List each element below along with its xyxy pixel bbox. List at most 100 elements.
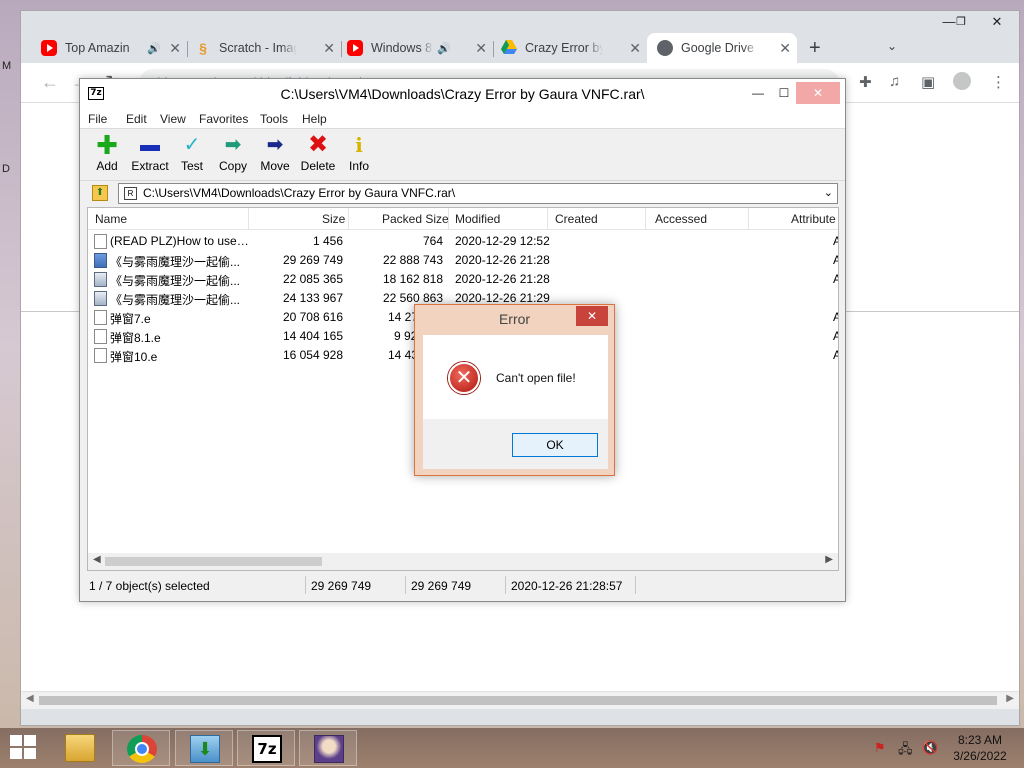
clock-date: 3/26/2022 — [953, 749, 1007, 763]
status-selected: 1 / 7 object(s) selected — [89, 579, 210, 593]
tab-close-icon[interactable]: ✕ — [469, 40, 493, 57]
back-icon[interactable]: ← — [41, 72, 59, 93]
tab-close-icon[interactable]: ✕ — [163, 40, 187, 57]
list-horizontal-scrollbar[interactable]: ◀ ▶ — [88, 553, 838, 570]
menu-kebab-icon[interactable]: ⋮ — [991, 73, 1006, 91]
copy-button[interactable]: ➡ Copy — [209, 133, 257, 173]
maximize-icon[interactable]: ☐ — [770, 82, 798, 104]
image-file-icon — [94, 272, 107, 287]
file-name: 《与雾雨魔理沙一起偷... — [110, 274, 241, 288]
add-button[interactable]: ✚ Add — [83, 132, 131, 173]
scroll-right-icon[interactable]: ▶ — [1006, 693, 1014, 704]
volume-muted-icon[interactable]: 🔇 — [922, 740, 938, 756]
extensions-icon[interactable]: ✚ — [859, 73, 872, 91]
col-accessed[interactable]: Accessed — [655, 212, 707, 226]
path-field[interactable]: R C:\Users\VM4\Downloads\Crazy Error by … — [118, 183, 838, 204]
file-modified: 2020-12-26 21:28 — [455, 272, 550, 286]
status-packed: 29 269 749 — [411, 579, 472, 593]
chevron-down-icon[interactable]: ⌄ — [824, 186, 833, 199]
taskbar-game[interactable] — [299, 730, 357, 766]
error-message: Can't open file! — [496, 371, 576, 385]
extract-button[interactable]: ▬ Extract — [126, 133, 174, 173]
horizontal-scrollbar[interactable]: ◀ ▶ — [21, 691, 1019, 709]
tab-title: Windows 8. — [371, 41, 433, 55]
side-panel-icon[interactable]: ▣ — [921, 73, 935, 91]
menu-favorites[interactable]: Favorites — [199, 112, 248, 126]
file-explorer-icon — [65, 734, 95, 762]
close-icon[interactable]: ✕ — [796, 82, 840, 104]
file-attr: A — [833, 329, 838, 343]
scroll-right-icon[interactable]: ▶ — [825, 554, 833, 565]
profile-avatar-icon[interactable] — [953, 72, 971, 90]
tab-close-icon[interactable]: ✕ — [623, 40, 647, 57]
tab-search-icon[interactable]: ⌄ — [887, 39, 897, 53]
tab-google-drive[interactable]: Google Drive - ✕ — [647, 33, 797, 63]
file-size: 29 269 749 — [282, 253, 343, 267]
tab-windows-8[interactable]: Windows 8. 🔊 ✕ — [347, 33, 494, 63]
taskbar-7zip[interactable]: 7z — [237, 730, 295, 766]
close-icon[interactable]: ✕ — [576, 306, 608, 326]
move-arrow-icon: ➡ — [266, 134, 284, 156]
menu-file[interactable]: File — [88, 112, 107, 126]
file-name: (READ PLZ)How to use t... — [110, 234, 250, 248]
close-window-icon[interactable]: ✕ — [979, 11, 1015, 33]
file-size: 22 085 365 — [282, 272, 343, 286]
minimize-icon[interactable]: — — [744, 82, 772, 104]
col-attributes[interactable]: Attribute — [791, 212, 836, 226]
scrollbar-thumb[interactable] — [105, 557, 322, 566]
taskbar-clock[interactable]: 8:23 AM 3/26/2022 — [942, 732, 1018, 764]
menu-edit[interactable]: Edit — [126, 112, 147, 126]
path-text: C:\Users\VM4\Downloads\Crazy Error by Ga… — [143, 186, 456, 200]
speaker-icon[interactable]: 🔊 — [147, 42, 161, 55]
taskbar-chrome[interactable] — [112, 730, 170, 766]
col-packed-size[interactable]: Packed Size — [382, 212, 449, 226]
7zip-toolbar: ✚ Add ▬ Extract ✓ Test ➡ Copy ➡ Move ✖ D… — [80, 129, 845, 181]
col-modified[interactable]: Modified — [455, 212, 500, 226]
add-label: Add — [96, 159, 118, 173]
menu-bar: File Edit View Favorites Tools Help — [80, 109, 845, 129]
scroll-left-icon[interactable]: ◀ — [26, 693, 34, 704]
new-tab-icon[interactable]: + — [809, 37, 821, 60]
desktop-icon-label-d: D — [2, 163, 10, 175]
action-center-flag-icon[interactable]: ⚑ — [874, 740, 886, 756]
blank-file-icon — [94, 329, 107, 344]
tab-strip: Top Amazin 🔊 ✕ § Scratch - Imagin ✕ Wind… — [21, 11, 1019, 63]
taskbar-downloads[interactable]: ⬇ — [175, 730, 233, 766]
ok-button[interactable]: OK — [512, 433, 598, 457]
tab-scratch[interactable]: § Scratch - Imagin ✕ — [195, 33, 342, 63]
menu-view[interactable]: View — [160, 112, 186, 126]
col-size[interactable]: Size — [322, 212, 345, 226]
network-icon[interactable]: 🖧 — [898, 740, 913, 762]
tab-title: Google Drive - — [681, 41, 759, 55]
taskbar-file-explorer[interactable] — [51, 730, 109, 766]
scrollbar-thumb[interactable] — [39, 696, 997, 705]
tab-crazy-error[interactable]: Crazy Error by G ✕ — [501, 33, 647, 63]
tab-close-icon[interactable]: ✕ — [773, 40, 797, 57]
tab-top-amazing[interactable]: Top Amazin 🔊 ✕ — [41, 33, 188, 63]
7zip-titlebar[interactable]: 7z C:\Users\VM4\Downloads\Crazy Error by… — [80, 79, 845, 109]
info-button[interactable]: i Info — [335, 133, 383, 173]
file-row[interactable]: 《与雾雨魔理沙一起偷... 29 269 749 22 888 743 2020… — [88, 251, 838, 270]
tab-close-icon[interactable]: ✕ — [317, 40, 341, 57]
move-button[interactable]: ➡ Move — [251, 133, 299, 173]
file-row[interactable]: 《与雾雨魔理沙一起偷... 22 085 365 18 162 818 2020… — [88, 270, 838, 289]
file-packed: 18 162 818 — [382, 272, 443, 286]
menu-help[interactable]: Help — [302, 112, 327, 126]
file-size: 24 133 967 — [282, 291, 343, 305]
taskbar: ⬇ 7z ⚑ 🖧 🔇 8:23 AM 3/26/2022 — [0, 728, 1024, 768]
menu-tools[interactable]: Tools — [260, 112, 288, 126]
scroll-left-icon[interactable]: ◀ — [93, 554, 101, 565]
speaker-icon[interactable]: 🔊 — [437, 42, 451, 55]
extract-label: Extract — [131, 159, 169, 173]
restore-icon[interactable]: ❐ — [943, 11, 979, 33]
file-row[interactable]: (READ PLZ)How to use t... 1 456 764 2020… — [88, 232, 838, 251]
col-created[interactable]: Created — [555, 212, 598, 226]
folder-up-icon[interactable]: ⬆ — [92, 185, 108, 201]
scratch-icon: § — [199, 40, 207, 56]
windows-start-icon[interactable] — [10, 735, 38, 761]
col-name[interactable]: Name — [95, 212, 127, 226]
globe-icon — [657, 40, 673, 56]
clock-time: 8:23 AM — [957, 733, 1003, 747]
file-attr: A — [833, 310, 838, 324]
media-control-icon[interactable]: ♫ — [889, 73, 900, 90]
